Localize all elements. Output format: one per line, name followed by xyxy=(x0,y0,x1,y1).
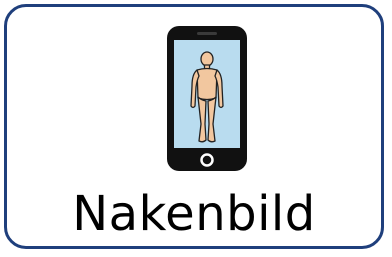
symbol-card[interactable]: Nakenbild xyxy=(4,4,384,249)
phone-with-naked-person-icon xyxy=(165,24,249,173)
card-label: Nakenbild xyxy=(72,186,316,242)
